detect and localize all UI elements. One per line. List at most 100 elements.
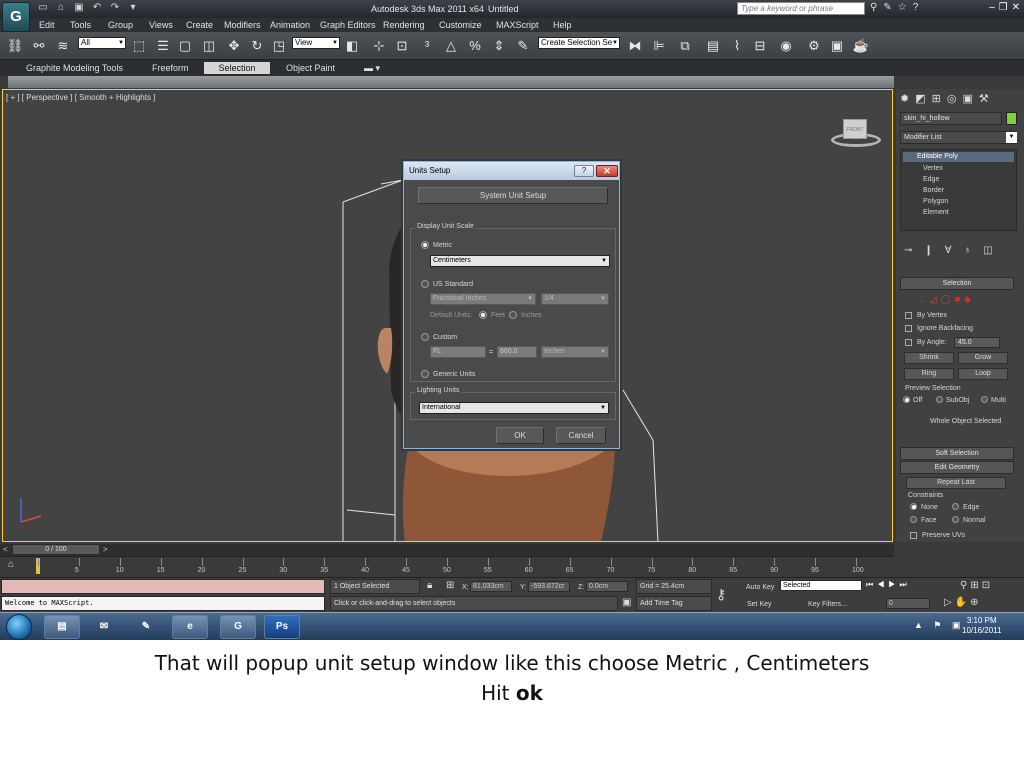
chevron-right-icon[interactable]: > xyxy=(103,545,108,554)
unlink-icon[interactable]: ⚯ xyxy=(30,37,48,55)
preserve-uvs-checkbox[interactable] xyxy=(910,532,917,539)
modify-tab-icon[interactable]: ◩ xyxy=(915,92,925,105)
reference-coord-dropdown[interactable]: View xyxy=(292,37,340,49)
motion-tab-icon[interactable]: ◎ xyxy=(947,92,957,105)
modifier-list-dropdown[interactable]: Modifier List xyxy=(900,131,1017,144)
z-coordinate-field[interactable]: 0.0cm xyxy=(586,581,628,592)
us-unit-select[interactable]: Fractional Inches xyxy=(430,293,536,305)
absolute-mode-icon[interactable]: ⊞ xyxy=(446,580,454,591)
constraint-normal-radio[interactable] xyxy=(952,516,959,523)
custom-radio[interactable] xyxy=(421,333,429,341)
utilities-tab-icon[interactable]: ⚒ xyxy=(979,92,989,105)
time-tag-icon[interactable]: ▣ xyxy=(622,597,631,608)
playback-controls[interactable]: ⏮◀▶⏭ xyxy=(866,580,911,590)
us-standard-radio[interactable] xyxy=(421,280,429,288)
outlook-icon[interactable]: ✉ xyxy=(86,615,122,639)
border-level-icon[interactable]: ◯ xyxy=(941,294,951,305)
tray-clock[interactable]: 3:10 PM 10/16/2011 xyxy=(962,616,1001,636)
edit-named-selection-icon[interactable]: ✎ xyxy=(514,37,532,55)
move-icon[interactable]: ✥ xyxy=(225,37,243,55)
loop-button[interactable]: Loop xyxy=(958,368,1008,380)
element-level-icon[interactable]: ◆ xyxy=(964,294,971,305)
tab-selection[interactable]: Selection xyxy=(204,62,270,74)
set-key-button[interactable]: Set Key xyxy=(747,600,772,609)
time-slider-knob[interactable]: 0 / 100 xyxy=(12,544,100,555)
by-vertex-checkbox[interactable] xyxy=(905,312,912,319)
restore-icon[interactable]: ❐ xyxy=(999,2,1008,14)
curve-editor-icon[interactable]: ⌇ xyxy=(728,37,746,55)
start-button[interactable] xyxy=(6,614,32,640)
system-tray-icons[interactable]: ▲ ⚑ ▣ xyxy=(914,620,964,631)
preview-multi-radio[interactable] xyxy=(981,396,988,403)
selection-filter-dropdown[interactable]: All xyxy=(78,37,126,49)
star-icon[interactable]: ☆ xyxy=(898,2,907,14)
pin-stack-icon[interactable]: ⊸ xyxy=(904,245,912,256)
menu-graph-editors[interactable]: Graph Editors xyxy=(320,20,376,30)
repeat-last-button[interactable]: Repeat Last xyxy=(906,477,1006,489)
ignore-backfacing-checkbox[interactable] xyxy=(905,325,912,332)
close-button[interactable]: ✕ xyxy=(596,165,618,177)
by-angle-input[interactable]: 45.0 xyxy=(954,337,1000,348)
orbit-pan-controls[interactable]: ▷✋⊕ xyxy=(944,597,982,608)
layer-manager-icon[interactable]: ⧉ xyxy=(676,37,694,55)
keyboard-shortcut-icon[interactable]: ⊡ xyxy=(393,37,411,55)
menu-customize[interactable]: Customize xyxy=(439,20,482,30)
chevron-down-icon[interactable]: ▼ xyxy=(1006,132,1017,143)
stack-item-element[interactable]: Element xyxy=(923,208,949,217)
selection-rollout-header[interactable]: Selection xyxy=(900,277,1014,290)
render-setup-icon[interactable]: ⚙ xyxy=(805,37,823,55)
custom-unit-select[interactable]: Inches xyxy=(541,346,609,358)
menu-animation[interactable]: Animation xyxy=(270,20,310,30)
wrench-icon[interactable]: ✎ xyxy=(883,2,891,14)
key-filters-button[interactable]: Key Filters... xyxy=(808,600,847,609)
link-icon[interactable]: ⛓ xyxy=(6,37,24,55)
constraint-face-radio[interactable] xyxy=(910,516,917,523)
add-time-tag-button[interactable]: Add Time Tag xyxy=(636,596,712,611)
material-editor-icon[interactable]: ◉ xyxy=(777,37,795,55)
stack-item-polygon[interactable]: Polygon xyxy=(923,197,948,206)
create-tab-icon[interactable]: ✹ xyxy=(900,92,909,105)
ie-icon[interactable]: e xyxy=(172,615,208,639)
select-by-name-icon[interactable]: ☰ xyxy=(154,37,172,55)
schematic-view-icon[interactable]: ⊟ xyxy=(751,37,769,55)
constraint-none-radio[interactable] xyxy=(910,503,917,510)
close-icon[interactable]: ✕ xyxy=(1012,2,1020,14)
stack-item-edge[interactable]: Edge xyxy=(923,175,939,184)
menu-views[interactable]: Views xyxy=(149,20,173,30)
app-logo-icon[interactable]: G xyxy=(2,2,30,32)
explorer-icon[interactable]: ▤ xyxy=(44,615,80,639)
preview-subobj-radio[interactable] xyxy=(936,396,943,403)
scale-icon[interactable]: ◳ xyxy=(270,37,288,55)
spinner-snap-icon[interactable]: ⇕ xyxy=(490,37,508,55)
undo-icon[interactable]: ↶ xyxy=(90,2,104,14)
maxscript-output[interactable]: Welcome to MAXScript. xyxy=(1,596,325,611)
show-end-result-icon[interactable]: ❙ xyxy=(924,245,932,256)
mirror-icon[interactable]: ⧓ xyxy=(626,37,644,55)
open-file-icon[interactable]: ⌂ xyxy=(54,2,68,14)
object-color-swatch[interactable] xyxy=(1006,112,1017,125)
viewport-navigation-controls[interactable]: ⚲⊞⊡ xyxy=(960,580,993,591)
metric-unit-select[interactable]: Centimeters xyxy=(430,255,610,267)
dialog-title-bar[interactable]: Units Setup ? ✕ xyxy=(404,162,619,180)
render-production-icon[interactable]: ☕ xyxy=(852,37,870,55)
feet-radio[interactable] xyxy=(479,311,487,319)
save-icon[interactable]: ▣ xyxy=(72,2,86,14)
edit-geometry-rollout-header[interactable]: Edit Geometry xyxy=(900,461,1014,474)
new-file-icon[interactable]: ▭ xyxy=(36,2,50,14)
display-tab-icon[interactable]: ▣ xyxy=(962,92,972,105)
by-angle-checkbox[interactable] xyxy=(905,339,912,346)
polygon-level-icon[interactable]: ■ xyxy=(955,294,960,305)
angle-snap-icon[interactable]: △ xyxy=(442,37,460,55)
photoshop-icon[interactable]: Ps xyxy=(264,615,300,639)
time-slider[interactable]: < 0 / 100 > xyxy=(0,544,894,556)
us-fraction-select[interactable]: 1/4 xyxy=(541,293,609,305)
remove-modifier-icon[interactable]: ♁ xyxy=(964,245,972,256)
edge-level-icon[interactable]: ◿ xyxy=(930,294,937,305)
inches-radio[interactable] xyxy=(509,311,517,319)
help-button[interactable]: ? xyxy=(574,165,594,177)
wacom-icon[interactable]: ✎ xyxy=(128,615,164,639)
current-frame-field[interactable]: 0 xyxy=(886,598,930,609)
auto-key-button[interactable]: Auto Key xyxy=(746,583,774,592)
hierarchy-tab-icon[interactable]: ⊞ xyxy=(932,92,941,105)
cancel-button[interactable]: Cancel xyxy=(556,427,606,444)
